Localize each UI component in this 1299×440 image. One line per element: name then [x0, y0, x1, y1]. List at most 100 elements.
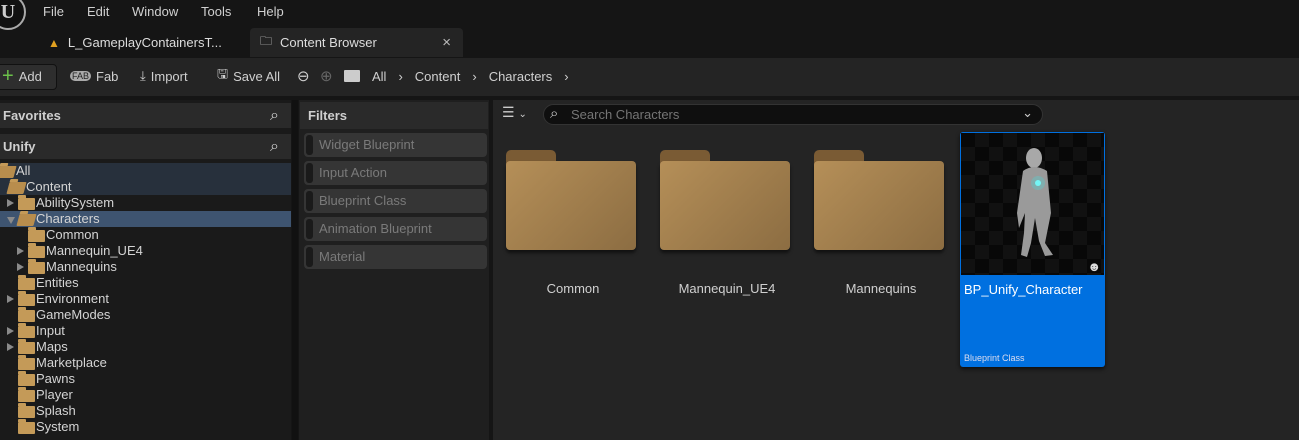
tree-item[interactable]: Mannequin_UE4 — [0, 243, 291, 259]
tree-item[interactable]: Player — [0, 387, 291, 403]
add-button-content[interactable]: + Add — [2, 64, 42, 88]
fab-button[interactable]: FAB Fab — [70, 64, 118, 88]
search-input[interactable] — [571, 106, 1011, 123]
tree-item-label: AbilitySystem — [36, 195, 115, 210]
tree-item[interactable]: Characters — [0, 211, 291, 227]
favorites-header[interactable]: Favorites ⌕ — [0, 103, 291, 128]
asset-thumbnail: ☻ — [961, 133, 1104, 275]
folder-open-icon — [0, 166, 17, 178]
menu-edit[interactable]: Edit — [87, 4, 109, 19]
filters-header: Filters — [300, 102, 488, 129]
chevron-right-icon[interactable] — [7, 199, 14, 207]
search-icon[interactable]: ⌕ — [270, 107, 279, 125]
chevron-right-icon[interactable]: › — [472, 69, 476, 84]
filter-animation-blueprint[interactable]: Animation Blueprint — [304, 217, 487, 241]
character-class-icon: ☻ — [1087, 259, 1101, 274]
chevron-right-icon[interactable] — [17, 263, 24, 271]
chevron-right-icon[interactable] — [7, 327, 14, 335]
level-icon: ▲ — [48, 35, 60, 50]
folder-label: Common — [546, 281, 600, 296]
toolbar — [0, 58, 1299, 96]
chevron-down-icon[interactable]: ⌄ — [1022, 105, 1033, 121]
project-label: Unify — [3, 139, 36, 154]
breadcrumb-content[interactable]: Content — [415, 69, 461, 84]
tree-item[interactable]: Splash — [0, 403, 291, 419]
chevron-right-icon[interactable] — [7, 295, 14, 303]
search-icon[interactable]: ⌕ — [270, 138, 279, 156]
folder-icon — [18, 403, 35, 418]
tree-item[interactable]: Entities — [0, 275, 291, 291]
folder-icon — [18, 355, 35, 370]
tree-item[interactable]: Content — [0, 179, 291, 195]
tree-item-label: Mannequin_UE4 — [46, 243, 143, 258]
folder-mannequin-ue4[interactable] — [660, 150, 790, 250]
search-icon: ⌕ — [550, 105, 559, 122]
folder-icon — [18, 195, 35, 210]
tree-item-label: System — [36, 419, 80, 434]
folder-icon — [18, 275, 35, 290]
tree-item[interactable]: All — [0, 163, 291, 179]
folder-icon — [18, 323, 35, 338]
search-box[interactable]: ⌕ ⌄ — [543, 104, 1043, 125]
tab-level[interactable]: ▲ L_GameplayContainersT... — [48, 28, 248, 57]
plus-icon: + — [2, 65, 14, 87]
filter-menu-button[interactable]: ☰ ⌄ — [502, 104, 527, 121]
asset-name: BP_Unify_Character — [964, 282, 1083, 297]
back-button[interactable]: ⊖ — [297, 64, 310, 88]
folder-icon — [18, 307, 35, 322]
chevron-right-icon[interactable]: › — [398, 69, 402, 84]
tab-content-browser[interactable]: 🗀 Content Browser × — [250, 28, 463, 57]
folder-common[interactable] — [506, 150, 636, 250]
tree-item[interactable]: Pawns — [0, 371, 291, 387]
import-button[interactable]: ⤓ Import — [140, 64, 188, 88]
tree-item[interactable]: AbilitySystem — [0, 195, 291, 211]
menu-help[interactable]: Help — [257, 4, 284, 19]
menu-window[interactable]: Window — [132, 4, 178, 19]
folder-open-icon — [6, 182, 27, 194]
splitter[interactable] — [292, 100, 298, 440]
project-header[interactable]: Unify ⌕ — [0, 134, 291, 159]
chevron-down-icon[interactable] — [7, 217, 15, 224]
breadcrumb-characters[interactable]: Characters — [489, 69, 553, 84]
filter-widget-blueprint[interactable]: Widget Blueprint — [304, 133, 487, 157]
chevron-right-icon[interactable]: › — [564, 69, 568, 84]
breadcrumb-all[interactable]: All — [372, 69, 386, 84]
folder-icon — [18, 291, 35, 306]
fab-label: Fab — [96, 68, 119, 84]
close-icon[interactable]: × — [442, 34, 451, 51]
tree-item-label: Marketplace — [36, 355, 107, 370]
folder-icon — [28, 259, 45, 274]
save-all-button[interactable]: 🖫 Save All — [217, 64, 280, 88]
tree-item[interactable]: Input — [0, 323, 291, 339]
tree-item[interactable]: System — [0, 419, 291, 435]
folder-mannequins[interactable] — [814, 150, 944, 250]
back-icon: ⊖ — [297, 68, 310, 85]
import-icon: ⤓ — [140, 68, 146, 83]
forward-button[interactable]: ⊕ — [320, 64, 333, 88]
favorites-label: Favorites — [3, 108, 61, 123]
add-label: Add — [18, 68, 42, 84]
chevron-right-icon[interactable] — [17, 247, 24, 255]
tree-item-label: Content — [26, 179, 72, 194]
tree-item-label: Common — [46, 227, 99, 242]
tree-item-label: Entities — [36, 275, 79, 290]
filter-material[interactable]: Material — [304, 245, 487, 269]
tree-item[interactable]: Environment — [0, 291, 291, 307]
import-label: Import — [150, 68, 188, 84]
tree-item[interactable]: GameModes — [0, 307, 291, 323]
tree-item[interactable]: Marketplace — [0, 355, 291, 371]
tree-item[interactable]: Common — [0, 227, 291, 243]
chevron-right-icon[interactable] — [7, 343, 14, 351]
folder-open-icon — [16, 214, 37, 226]
folder-icon — [28, 243, 45, 258]
unreal-logo[interactable]: U — [0, 0, 26, 30]
filter-input-action[interactable]: Input Action — [304, 161, 487, 185]
tree-item[interactable]: Mannequins — [0, 259, 291, 275]
tree-item[interactable]: Maps — [0, 339, 291, 355]
filter-blueprint-class[interactable]: Blueprint Class — [304, 189, 487, 213]
character-thumbnail-icon — [1017, 148, 1053, 257]
menu-tools[interactable]: Tools — [201, 4, 231, 19]
asset-tile-bp-unify-character[interactable]: ☻ BP_Unify_Character Blueprint Class — [960, 132, 1105, 367]
fab-icon: FAB — [70, 71, 92, 81]
menu-file[interactable]: File — [43, 4, 64, 19]
